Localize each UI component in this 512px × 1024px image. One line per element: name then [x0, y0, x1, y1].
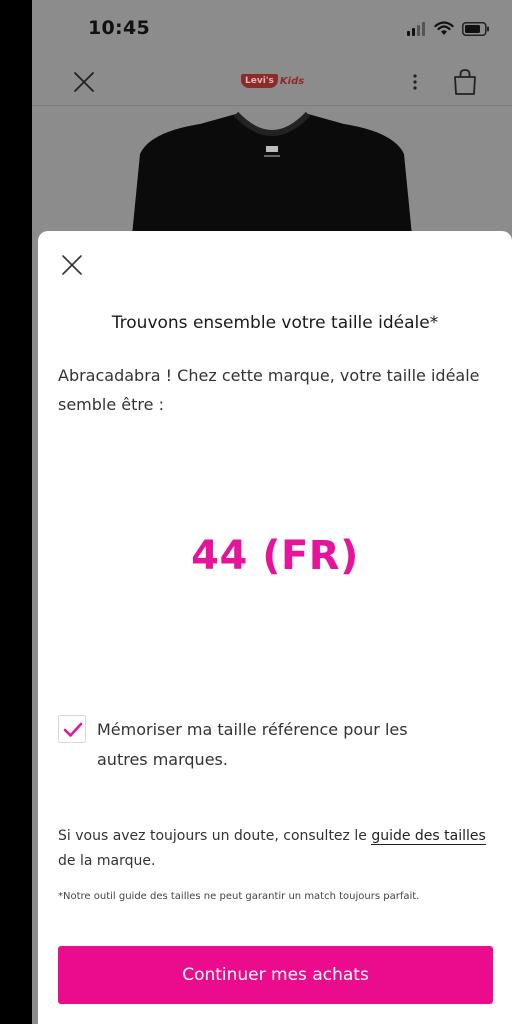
signal-icon [407, 21, 425, 36]
size-advisor-sheet: Trouvons ensemble votre taille idéale* A… [38, 231, 512, 1024]
shopping-bag-icon[interactable] [452, 68, 478, 96]
wifi-icon [434, 21, 454, 35]
sheet-intro: Abracadabra ! Chez cette marque, votre t… [58, 366, 480, 414]
battery-icon [462, 21, 489, 36]
status-time: 10:45 [88, 17, 150, 39]
phone-screen: 10:45 Levi's Kids Trouvons ensemble votr… [32, 0, 512, 1024]
app-header: Levi's Kids [32, 60, 512, 106]
disclaimer: *Notre outil guide des tailles ne peut g… [58, 891, 420, 902]
size-guide-link[interactable]: guide des tailles [371, 828, 486, 845]
recommended-size: 44 (FR) [191, 533, 359, 579]
status-icons [406, 21, 490, 36]
continue-shopping-button[interactable]: Continuer mes achats [58, 946, 493, 1004]
memorize-checkbox[interactable] [58, 715, 86, 743]
close-icon[interactable] [60, 253, 84, 277]
more-vertical-icon[interactable] [407, 68, 423, 96]
check-icon [63, 722, 83, 737]
memorize-label: Mémoriser ma taille référence pour les a… [97, 720, 408, 769]
brand-badge: Levi's [241, 74, 278, 88]
brand-logo[interactable]: Levi's Kids [241, 71, 304, 91]
close-icon[interactable] [72, 70, 96, 94]
product-image [32, 106, 512, 256]
help-prefix: Si vous avez toujours un doute, consulte… [58, 828, 372, 844]
status-bar: 10:45 [32, 0, 512, 60]
brand-suffix: Kids [279, 75, 305, 87]
tshirt-image [130, 111, 414, 256]
help-text: Si vous avez toujours un doute, consulte… [58, 824, 498, 874]
help-suffix: de la marque. [58, 853, 156, 869]
sheet-title: Trouvons ensemble votre taille idéale* [111, 313, 439, 333]
